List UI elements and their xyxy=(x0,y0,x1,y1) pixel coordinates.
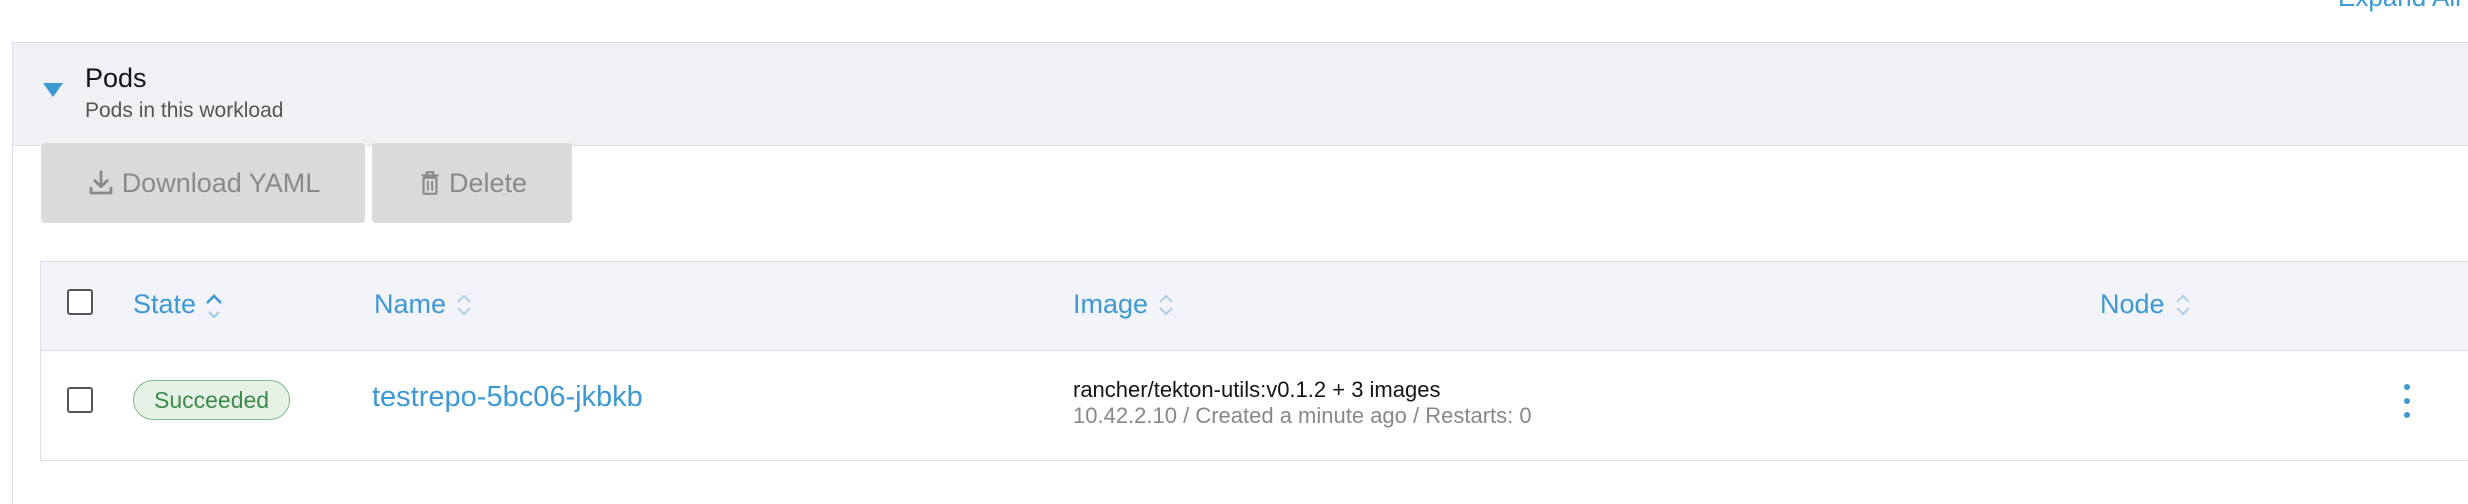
pod-name-link[interactable]: testrepo-5bc06-jkbkb xyxy=(372,381,643,414)
sort-asc-icon xyxy=(204,292,224,318)
download-yaml-label: Download YAML xyxy=(121,167,321,198)
pod-image: rancher/tekton-utils:v0.1.2 + 3 images xyxy=(1073,377,1441,402)
status-badge: Succeeded xyxy=(133,380,291,420)
download-yaml-button[interactable]: Download YAML xyxy=(41,143,365,223)
trash-icon xyxy=(417,169,443,197)
sort-icon xyxy=(1156,292,1176,318)
delete-button[interactable]: Delete xyxy=(372,143,572,223)
column-header-image[interactable]: Image xyxy=(1073,289,1176,320)
section-subtitle: Pods in this workload xyxy=(85,99,284,122)
column-header-name[interactable]: Name xyxy=(374,289,474,320)
column-header-node[interactable]: Node xyxy=(2100,289,2193,320)
row-select-checkbox[interactable] xyxy=(67,387,93,413)
row-actions-kebab-icon[interactable] xyxy=(2401,384,2413,418)
collapse-caret-icon[interactable] xyxy=(43,83,63,97)
table-header: State Name Image Node xyxy=(41,262,2468,351)
delete-label: Delete xyxy=(448,167,528,198)
sort-icon xyxy=(454,292,474,318)
pod-image-detail: 10.42.2.10 / Created a minute ago / Rest… xyxy=(1073,403,1532,428)
workload-detail-view: Expand All Pods Pods in this workload Do… xyxy=(0,0,2468,504)
select-all-checkbox[interactable] xyxy=(67,289,93,315)
section-title: Pods xyxy=(85,63,147,93)
table-row: Succeeded testrepo-5bc06-jkbkb rancher/t… xyxy=(41,351,2468,451)
expand-all-link[interactable]: Expand All xyxy=(2338,0,2461,13)
pods-table: State Name Image Node Succeeded testrepo… xyxy=(40,261,2468,461)
sort-icon xyxy=(2173,292,2193,318)
pods-section-header[interactable]: Pods Pods in this workload xyxy=(13,43,2468,146)
column-header-state[interactable]: State xyxy=(133,289,224,320)
download-icon xyxy=(86,168,116,198)
